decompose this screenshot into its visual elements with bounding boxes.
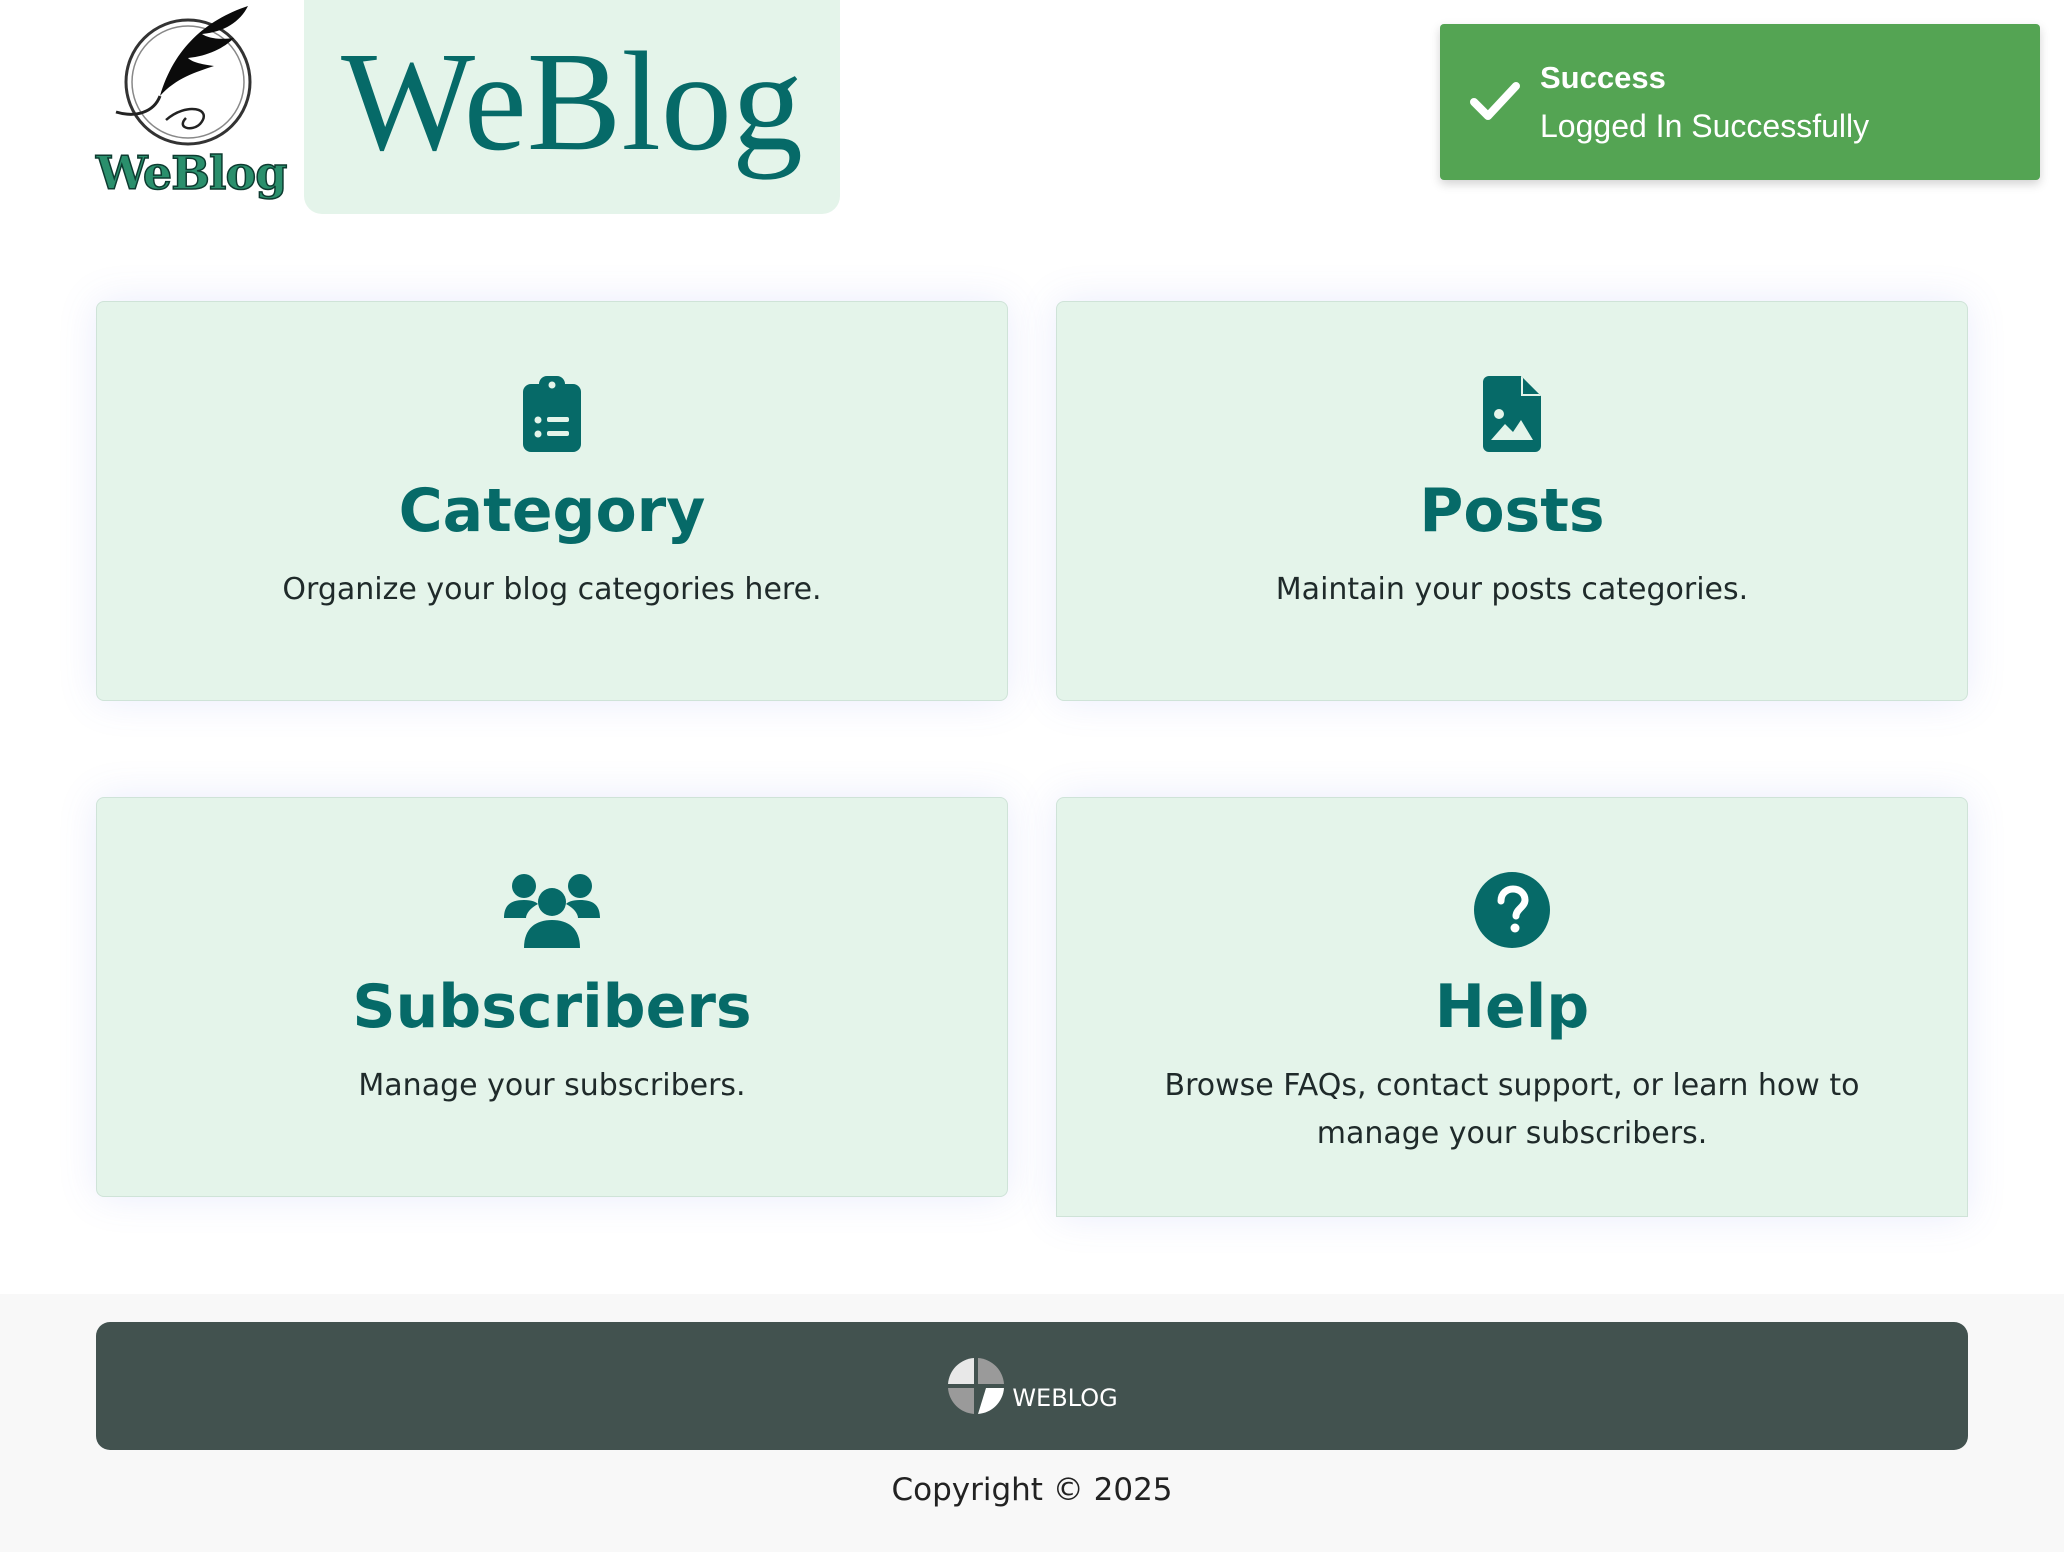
site-title: WeBlog	[341, 22, 803, 180]
success-toast[interactable]: Success Logged In Successfully	[1440, 24, 2040, 180]
card-title: Subscribers	[352, 972, 752, 1042]
card-title: Category	[398, 476, 706, 546]
category-card[interactable]: Category Organize your blog categories h…	[96, 301, 1008, 701]
users-icon	[504, 874, 600, 948]
check-icon	[1470, 82, 1520, 120]
site-title-banner: WeBlog	[304, 0, 840, 214]
card-title: Posts	[1419, 476, 1605, 546]
card-title: Help	[1434, 972, 1590, 1042]
question-circle-icon	[1474, 872, 1550, 948]
clipboard-list-icon	[523, 376, 581, 452]
weblog-logo-icon	[948, 1358, 1005, 1414]
subscribers-card[interactable]: Subscribers Manage your subscribers.	[96, 797, 1008, 1197]
card-description: Browse FAQs, contact support, or learn h…	[1164, 1068, 1860, 1151]
feather-quill-icon	[115, 6, 252, 146]
card-description: Organize your blog categories here.	[282, 572, 822, 607]
footer-logo-text: WEBLOG	[1012, 1384, 1118, 1412]
file-image-icon	[1483, 376, 1541, 452]
site-logo[interactable]: WeBlog	[95, 0, 288, 206]
card-description: Manage your subscribers.	[358, 1068, 746, 1103]
footer-bar: WEBLOG	[96, 1322, 1968, 1450]
posts-card[interactable]: Posts Maintain your posts categories.	[1056, 301, 1968, 701]
card-description: Maintain your posts categories.	[1275, 572, 1749, 607]
toast-title: Success	[1540, 60, 1666, 95]
toast-message: Logged In Successfully	[1540, 108, 1870, 144]
footer-logo[interactable]: WEBLOG	[946, 1356, 1118, 1416]
logo-wordmark: WeBlog	[95, 145, 288, 201]
help-card[interactable]: Help Browse FAQs, contact support, or le…	[1056, 797, 1968, 1217]
copyright-text: Copyright © 2025	[891, 1472, 1173, 1508]
